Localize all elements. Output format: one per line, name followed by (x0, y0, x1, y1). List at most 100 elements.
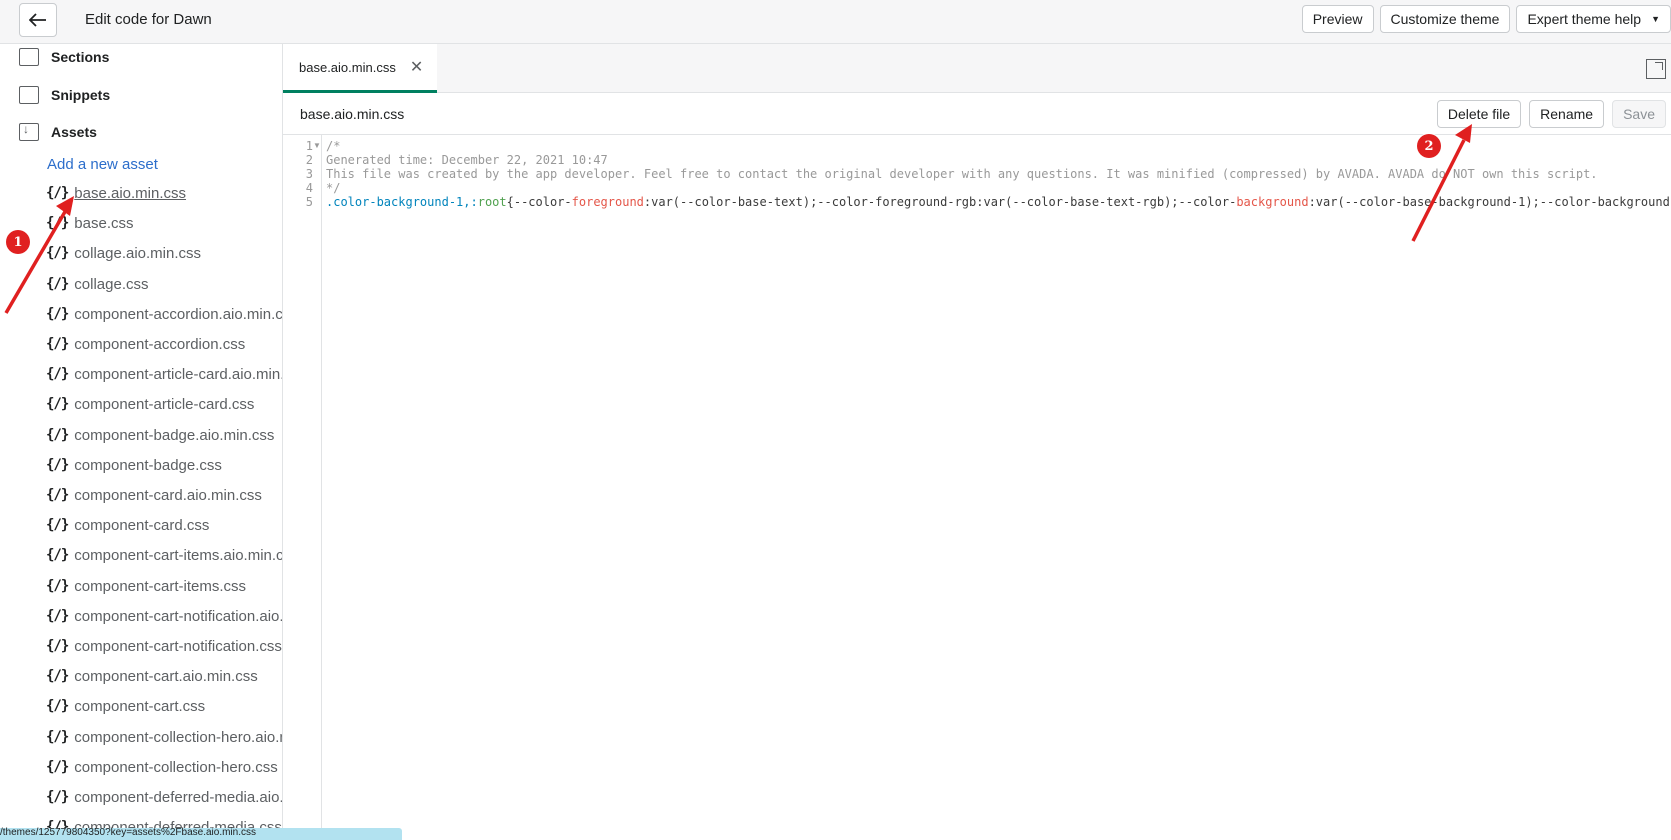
link-status-bar: /themes/125779804350?key=assets%2Fbase.a… (0, 827, 402, 840)
asset-file-item[interactable]: {/} component-cart.css (46, 696, 205, 716)
line-number: 1 (305, 139, 313, 153)
folder-assets[interactable]: Assets (19, 121, 97, 143)
current-file-name: base.aio.min.css (300, 106, 405, 122)
code-editor[interactable]: /* Generated time: December 22, 2021 10:… (326, 139, 1671, 209)
line-number: 4 (305, 181, 313, 195)
code-file-icon: {/} (46, 336, 69, 352)
top-bar: Edit code for Dawn Preview Customize the… (0, 0, 1671, 44)
folder-label: Snippets (51, 87, 111, 103)
delete-file-button[interactable]: Delete file (1436, 100, 1522, 128)
asset-file-item[interactable]: {/} component-accordion.aio.min.css (46, 304, 283, 324)
code-file-icon: {/} (46, 668, 69, 684)
code-file-icon: {/} (46, 396, 69, 412)
asset-file-name: component-deferred-media.aio.min.css (74, 788, 283, 806)
expert-help-button[interactable]: Expert theme help ▼ (1516, 5, 1671, 33)
code-line: /* (326, 139, 341, 153)
asset-file-name: component-card.aio.min.css (74, 486, 262, 504)
file-actions: Delete file Rename Save (1436, 100, 1666, 128)
css-text: :var(--color-base-text);--color-foregrou… (643, 195, 1237, 209)
line-number: 2 (305, 153, 313, 167)
asset-file-item[interactable]: {/} component-badge.aio.min.css (46, 425, 274, 445)
code-line: */ (326, 181, 341, 195)
asset-file-item[interactable]: {/} base.aio.min.css (46, 183, 186, 203)
folder-label: Sections (51, 49, 110, 65)
asset-file-name: base.aio.min.css (74, 184, 187, 202)
asset-file-name: collage.aio.min.css (74, 244, 202, 262)
asset-file-item[interactable]: {/} base.css (46, 213, 134, 233)
folder-open-icon (19, 122, 39, 141)
css-property: background (1236, 195, 1309, 209)
code-file-icon: {/} (46, 215, 69, 231)
asset-file-name: component-article-card.aio.min.css (74, 365, 282, 383)
theme-name: Dawn (173, 11, 212, 28)
folder-snippets[interactable]: Snippets (19, 84, 110, 106)
asset-file-name: component-article-card.css (74, 395, 255, 413)
line-number: 5 (305, 195, 313, 209)
asset-file-item[interactable]: {/} component-article-card.aio.min.css (46, 364, 282, 384)
asset-file-item[interactable]: {/} component-cart-items.aio.min.css (46, 545, 283, 565)
code-file-icon: {/} (46, 759, 69, 775)
code-file-icon: {/} (46, 185, 69, 201)
css-text: :var(--color-base-background-1);--color-… (1308, 195, 1671, 209)
asset-file-item[interactable]: {/} component-cart.aio.min.css (46, 666, 258, 686)
code-file-icon: {/} (46, 608, 69, 624)
fold-arrow-icon[interactable]: ▼ (313, 141, 321, 150)
tab-base-aio-min-css[interactable]: base.aio.min.css ✕ (283, 44, 437, 93)
caret-down-icon: ▼ (1651, 14, 1660, 24)
folder-sections[interactable]: Sections (19, 46, 109, 68)
close-icon[interactable]: ✕ (410, 57, 423, 77)
code-file-icon: {/} (46, 517, 69, 533)
line-number-gutter: 1 ▼ 2 3 4 5 (283, 135, 322, 840)
code-file-icon: {/} (46, 427, 69, 443)
asset-file-name: component-cart-items.aio.min.css (74, 546, 283, 564)
asset-file-name: collage.css (74, 275, 149, 293)
asset-file-item[interactable]: {/} component-article-card.css (46, 394, 254, 414)
code-file-icon: {/} (46, 245, 69, 261)
asset-file-item[interactable]: {/} component-cart-notification.aio.min.c… (46, 606, 282, 626)
code-file-icon: {/} (46, 276, 69, 292)
asset-file-name: component-accordion.css (74, 335, 246, 353)
css-keyword: root (477, 195, 507, 209)
add-new-asset-link[interactable]: Add a new asset (47, 156, 158, 173)
asset-file-item[interactable]: {/} component-deferred-media.aio.min.css (46, 787, 283, 807)
top-actions: Preview Customize theme Expert theme hel… (1301, 5, 1671, 33)
asset-file-name: component-cart.aio.min.css (74, 667, 258, 685)
expand-icon[interactable] (1646, 59, 1666, 79)
asset-file-item[interactable]: {/} component-card.css (46, 515, 209, 535)
asset-file-name: component-cart.css (74, 697, 206, 715)
asset-file-item[interactable]: {/} component-badge.css (46, 455, 222, 475)
file-sidebar: Sections Snippets Assets Add a new asset… (0, 44, 283, 840)
tab-label: base.aio.min.css (299, 59, 396, 75)
asset-file-name: component-accordion.aio.min.css (74, 305, 283, 323)
code-file-icon: {/} (46, 638, 69, 654)
annotation-badge-2: 2 (1417, 134, 1441, 158)
asset-file-item[interactable]: {/} collage.aio.min.css (46, 243, 201, 263)
page-title: Edit code for Dawn (85, 11, 212, 28)
expert-help-label: Expert theme help (1527, 11, 1642, 27)
code-file-icon: {/} (46, 366, 69, 382)
code-line: .color-background-1,:root{--color-foregr… (326, 195, 1671, 209)
asset-file-name: component-collection-hero.aio.min.css (74, 728, 282, 746)
asset-file-item[interactable]: {/} component-cart-items.css (46, 576, 246, 596)
asset-file-item[interactable]: {/} component-accordion.css (46, 334, 245, 354)
asset-file-name: component-cart-notification.css (74, 637, 282, 655)
save-button[interactable]: Save (1612, 100, 1666, 128)
asset-file-item[interactable]: {/} component-card.aio.min.css (46, 485, 262, 505)
asset-file-item[interactable]: {/} collage.css (46, 274, 149, 294)
code-file-icon: {/} (46, 578, 69, 594)
preview-button[interactable]: Preview (1301, 5, 1374, 33)
asset-file-item[interactable]: {/} component-cart-notification.css (46, 636, 282, 656)
customize-theme-button[interactable]: Customize theme (1379, 5, 1511, 33)
line-number: 3 (305, 167, 313, 181)
asset-file-name: component-card.css (74, 516, 210, 534)
asset-file-item[interactable]: {/} component-collection-hero.aio.min.css (46, 727, 282, 747)
asset-file-item[interactable]: {/} component-collection-hero.css (46, 757, 278, 777)
code-line: Generated time: December 22, 2021 10:47 (326, 153, 608, 167)
arrow-left-icon (29, 13, 46, 27)
code-file-icon: {/} (46, 487, 69, 503)
code-file-icon: {/} (46, 547, 69, 563)
code-line: This file was created by the app develop… (326, 167, 1598, 181)
rename-button[interactable]: Rename (1529, 100, 1605, 128)
back-button[interactable] (19, 3, 57, 37)
css-selector: .color-background-1,: (326, 195, 478, 209)
